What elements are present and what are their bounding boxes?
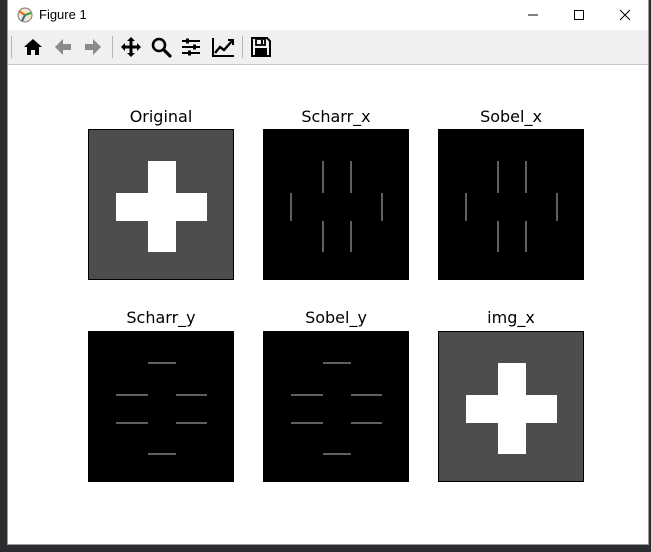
toolbar-separator xyxy=(112,36,113,58)
subplot-image xyxy=(89,130,233,279)
subplot-axes xyxy=(263,331,409,482)
figure-canvas[interactable]: Original Scharr_x Sobel_x Scharr_y Sobel_y im… xyxy=(8,65,648,544)
home-icon xyxy=(24,39,42,55)
save-icon xyxy=(251,37,271,57)
configure-subplots-button[interactable] xyxy=(179,35,203,59)
subplot-title: Scharr_x xyxy=(301,107,371,126)
zoom-icon xyxy=(151,37,172,58)
title-bar[interactable]: Figure 1 xyxy=(8,0,648,30)
window-title: Figure 1 xyxy=(39,7,87,22)
subplot-axes xyxy=(263,129,409,280)
forward-icon xyxy=(85,39,101,55)
subplot-title: img_x xyxy=(487,308,535,327)
subplot-title: Sobel_x xyxy=(480,107,542,126)
pan-icon xyxy=(121,37,141,57)
figure-window: Figure 1 Original Scharr_x Sobel_x Schar… xyxy=(8,0,648,544)
minimize-icon xyxy=(528,14,538,16)
image-background xyxy=(89,332,233,481)
subplot-image xyxy=(89,332,233,481)
close-button[interactable] xyxy=(602,0,648,30)
subplot-image xyxy=(264,130,408,279)
edit-axis-button[interactable] xyxy=(211,35,235,59)
minimize-button[interactable] xyxy=(510,0,556,30)
subplot-title: Original xyxy=(129,107,193,126)
forward-button[interactable] xyxy=(81,35,105,59)
background-window-bottom xyxy=(0,544,651,552)
configure-subplots-icon xyxy=(182,38,200,56)
subplot-axes xyxy=(438,331,584,482)
home-button[interactable] xyxy=(21,35,45,59)
toolbar-separator xyxy=(242,36,243,58)
save-button[interactable] xyxy=(249,35,273,59)
image-background xyxy=(439,130,583,279)
subplot-title: Sobel_y xyxy=(305,308,367,327)
subplot-image xyxy=(439,332,583,481)
edit-axis-icon xyxy=(212,38,234,57)
subplot-axes xyxy=(88,331,234,482)
subplot-image xyxy=(264,332,408,481)
pan-button[interactable] xyxy=(119,35,143,59)
close-icon xyxy=(619,9,631,21)
maximize-icon xyxy=(574,10,584,20)
subplot-title: Scharr_y xyxy=(126,308,196,327)
zoom-button[interactable] xyxy=(149,35,173,59)
background-window-left xyxy=(0,0,8,552)
back-button[interactable] xyxy=(51,35,75,59)
image-background xyxy=(264,130,408,279)
matplotlib-icon xyxy=(16,6,34,24)
subplot-axes xyxy=(88,129,234,280)
subplot-axes xyxy=(438,129,584,280)
back-icon xyxy=(55,39,71,55)
subplot-image xyxy=(439,130,583,279)
image-background xyxy=(264,332,408,481)
toolbar-grip xyxy=(11,36,12,58)
navigation-toolbar xyxy=(8,30,648,65)
maximize-button[interactable] xyxy=(556,0,602,30)
